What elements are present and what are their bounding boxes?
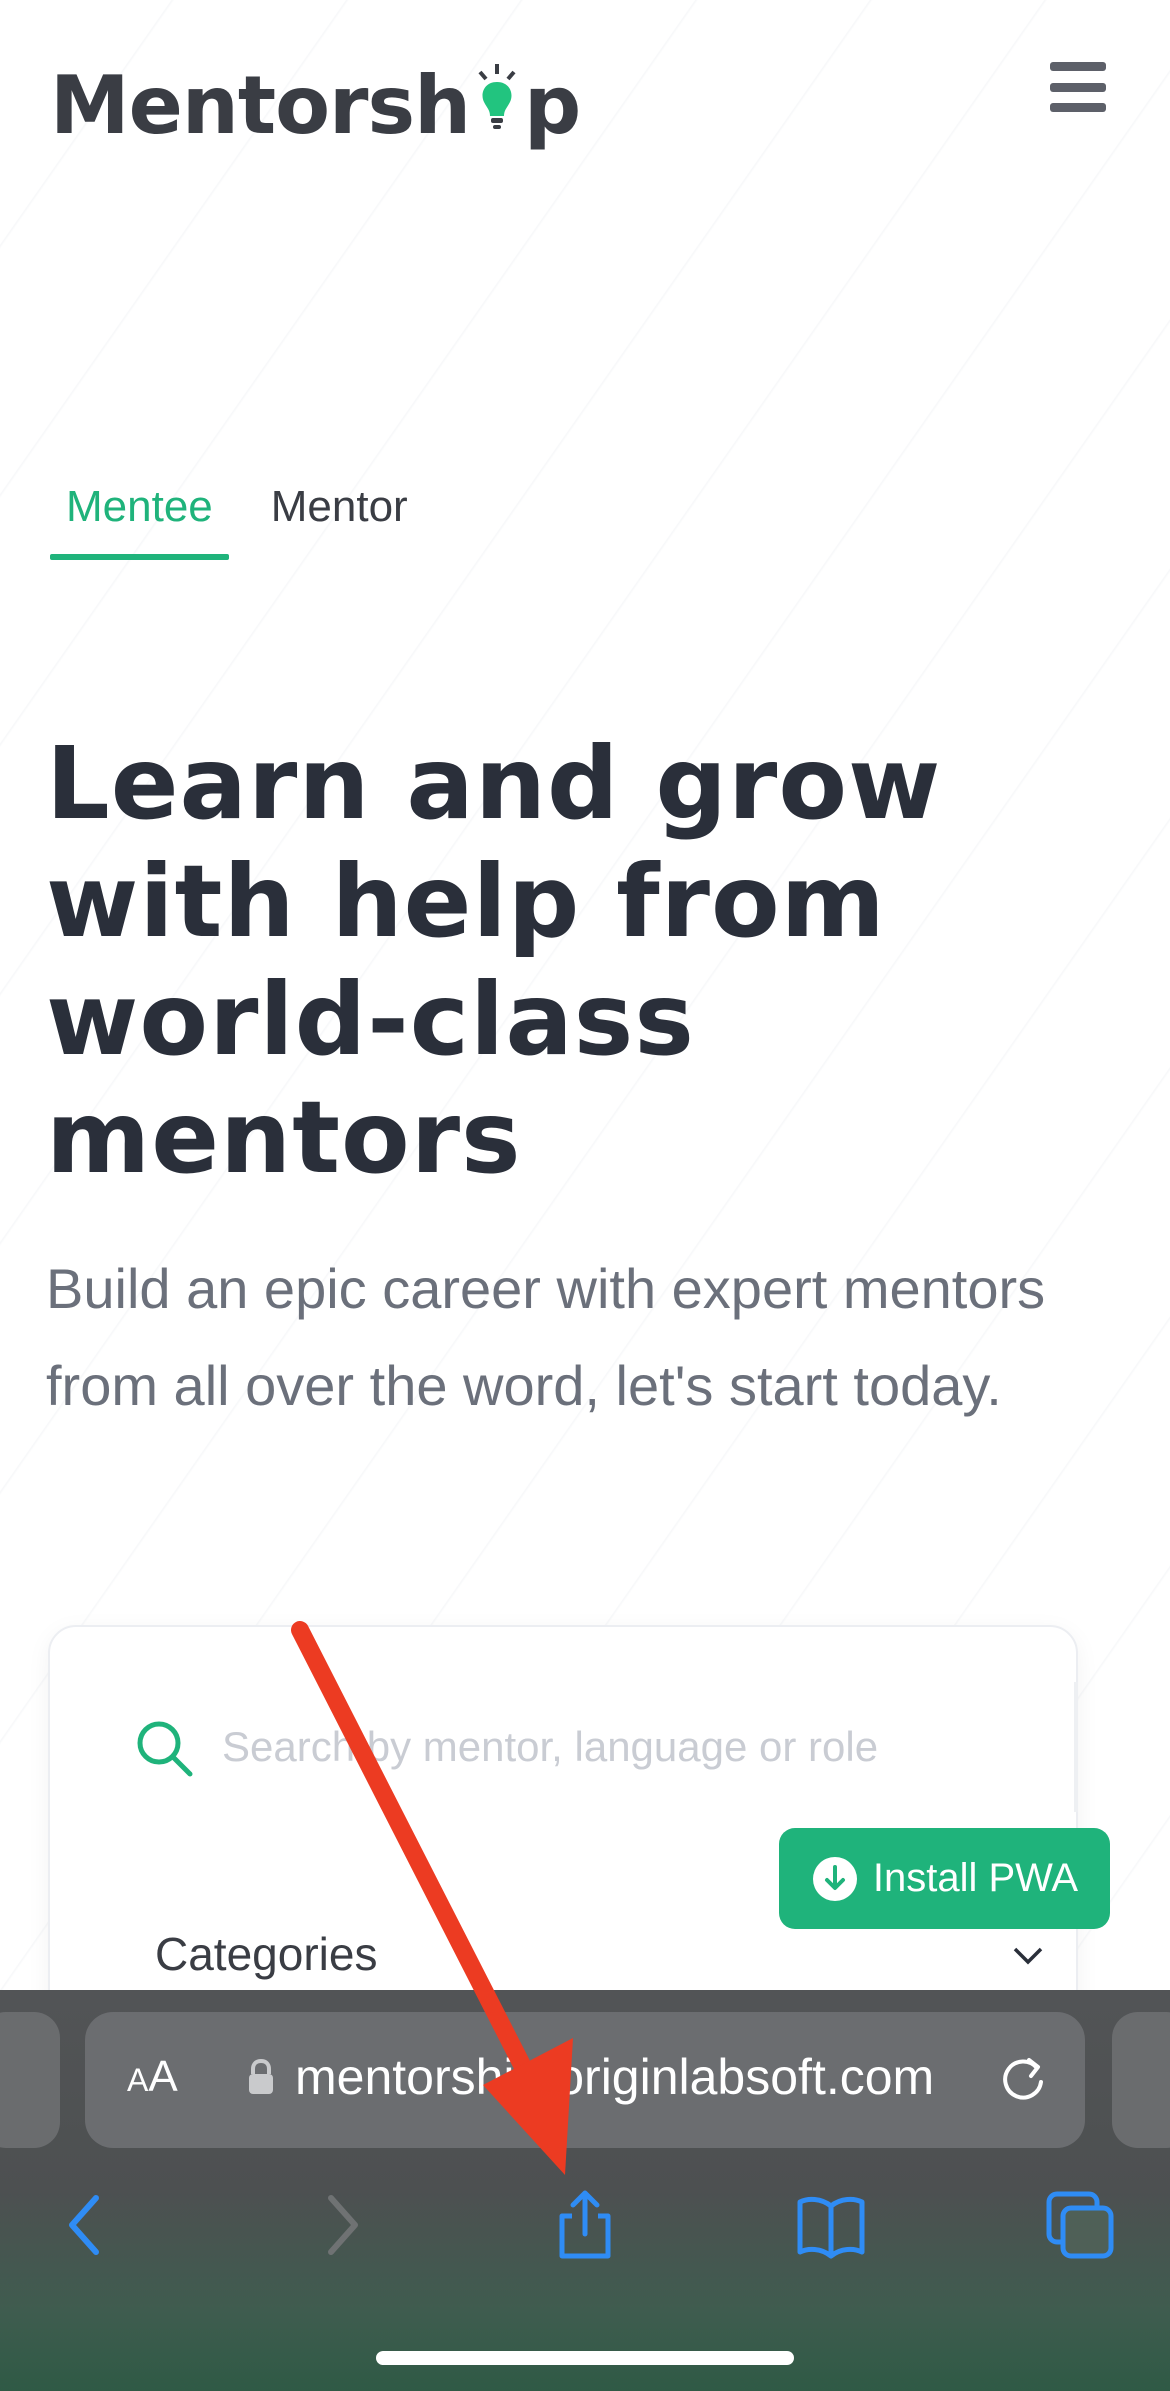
tab-mentee[interactable]: Mentee [50,470,229,560]
reader-settings-button[interactable]: AA [127,2052,178,2102]
search-icon[interactable] [135,1719,195,1779]
categories-dropdown[interactable]: Categories [155,1927,377,1981]
hamburger-icon-line [1050,82,1106,92]
lock-icon [247,2058,275,2096]
forward-icon[interactable] [305,2190,375,2260]
search-divider [1074,1682,1078,1812]
hamburger-icon-line [1050,103,1106,112]
share-icon[interactable] [550,2190,620,2260]
role-tabs: Mentee Mentor [50,470,424,560]
tabs-icon[interactable] [1045,2190,1115,2260]
logo[interactable]: Mentorsh p [50,50,581,160]
logo-text-end: p [524,58,581,152]
home-indicator[interactable] [376,2351,794,2365]
install-pwa-button[interactable]: Install PWA [779,1828,1110,1929]
address-bar[interactable]: AA mentorship.originlabsoft.com [85,2012,1085,2148]
hero-title: Learn and grow with help from world-clas… [46,725,942,1196]
hero-subtitle: Build an epic career with expert mentors… [46,1257,1046,1417]
back-icon[interactable] [52,2190,122,2260]
chevron-down-icon[interactable] [1010,1937,1046,1973]
aa-small: A [127,2062,149,2098]
aa-large: A [148,2052,178,2101]
url-text: mentorship.originlabsoft.com [295,2049,935,2105]
search-input[interactable] [222,1707,1022,1787]
next-tab-preview[interactable] [1112,2012,1170,2148]
tab-mentor[interactable]: Mentor [255,470,424,560]
lightbulb-icon [472,60,522,150]
menu-button[interactable] [1050,62,1106,112]
install-pwa-label: Install PWA [872,1856,1079,1900]
bookmarks-icon[interactable] [796,2190,866,2260]
logo-text-start: Mentorsh [50,58,471,152]
download-icon [811,1855,859,1903]
hamburger-icon [1050,62,1106,71]
previous-tab-preview[interactable] [0,2012,60,2148]
reload-icon[interactable] [993,2048,1053,2108]
